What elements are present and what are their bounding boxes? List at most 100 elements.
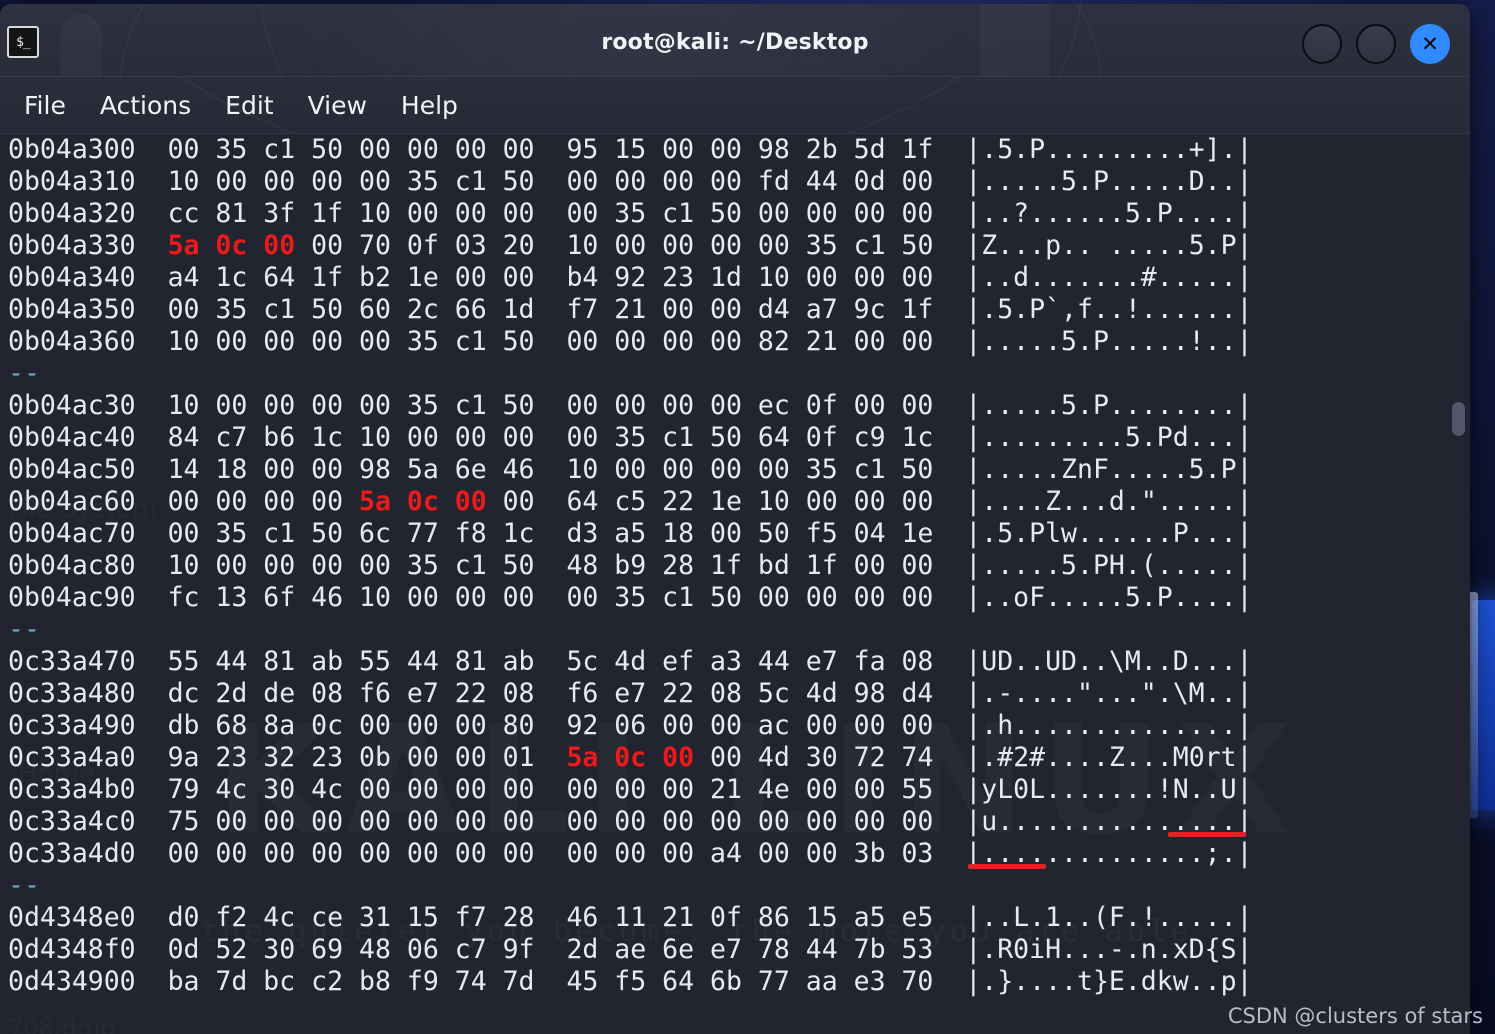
hexdump-address: 0b04a340: [8, 262, 136, 293]
hexdump-ascii: |....Z...d.".....|: [965, 486, 1253, 517]
menu-item-edit[interactable]: Edit: [211, 87, 287, 124]
terminal-icon-glyph: $_: [16, 34, 31, 50]
hex-bytes: dc 2d de 08 f6 e7 22 08: [167, 678, 535, 709]
hexdump-row: 0b04a330 5a 0c 00 00 70 0f 03 20 10 00 0…: [8, 230, 1470, 262]
minimize-button[interactable]: [1302, 24, 1342, 64]
menu-bar: File Actions Edit View Help: [0, 77, 1470, 134]
hexdump-address: 0c33a490: [8, 710, 136, 741]
hexdump-address: 0b04a310: [8, 166, 136, 197]
hexdump-ascii: |..L.1..(F.!.....|: [965, 902, 1253, 933]
window-controls: ✕: [1302, 24, 1450, 64]
hexdump-row: 0b04ac70 00 35 c1 50 6c 77 f8 1c d3 a5 1…: [8, 518, 1470, 550]
hexdump-ascii: |.R0iH...-.n.xD{S|: [965, 934, 1253, 965]
hexdump-ascii: |.....5.P.....D..|: [965, 166, 1253, 197]
hexdump-address: 0b04ac50: [8, 454, 136, 485]
hexdump-row: 0b04ac40 84 c7 b6 1c 10 00 00 00 00 35 c…: [8, 422, 1470, 454]
hexdump-ascii: |u...............|: [965, 806, 1253, 837]
hexdump-output: 0b04a300 00 35 c1 50 00 00 00 00 95 15 0…: [0, 134, 1470, 998]
hexdump-ascii: |.....5.P.....!..|: [965, 326, 1253, 357]
hex-bytes: 00 4d 30 72 74: [694, 742, 934, 773]
hexdump-row: 0b04ac50 14 18 00 00 98 5a 6e 46 10 00 0…: [8, 454, 1470, 486]
hexdump-address: 0b04ac60: [8, 486, 136, 517]
hexdump-address: 0c33a470: [8, 646, 136, 677]
menu-item-actions[interactable]: Actions: [86, 87, 205, 124]
hex-bytes: 64 c5 22 1e 10 00 00 00: [566, 486, 934, 517]
hexdump-address: 0d434900: [8, 966, 136, 997]
hex-bytes: 00 70 0f 03 20: [295, 230, 535, 261]
hex-bytes: 5c 4d ef a3 44 e7 fa 08: [566, 646, 934, 677]
hexdump-address: 0c33a4d0: [8, 838, 136, 869]
hex-bytes: 00 00 00 00 00 00 00 00: [167, 838, 535, 869]
hex-bytes: 00 00 00 00 fd 44 0d 00: [566, 166, 934, 197]
menu-item-help[interactable]: Help: [387, 87, 472, 124]
hexdump-row: 0b04ac30 10 00 00 00 00 35 c1 50 00 00 0…: [8, 390, 1470, 422]
hex-bytes: 46 11 21 0f 86 15 a5 e5: [566, 902, 934, 933]
hex-bytes: 00 00 00 00: [167, 486, 360, 517]
hex-bytes: 00 35 c1 50 00 00 00 00: [566, 582, 934, 613]
hex-bytes: ba 7d bc c2 b8 f9 74 7d: [167, 966, 535, 997]
hex-bytes: a4 1c 64 1f b2 1e 00 00: [167, 262, 535, 293]
hexdump-address: 0b04a360: [8, 326, 136, 357]
hexdump-ascii: |.-...."...".\M..|: [965, 678, 1253, 709]
hexdump-row: 0d4348f0 0d 52 30 69 48 06 c7 9f 2d ae 6…: [8, 934, 1470, 966]
hexdump-address: 0d4348f0: [8, 934, 136, 965]
hexdump-ascii: |.5.Plw......P...|: [965, 518, 1253, 549]
hexdump-row: 0b04a300 00 35 c1 50 00 00 00 00 95 15 0…: [8, 134, 1470, 166]
hex-bytes: 00 00 00 a4 00 00 3b 03: [566, 838, 934, 869]
hex-bytes: 00 00 00 00 ec 0f 00 00: [566, 390, 934, 421]
hex-bytes: 95 15 00 00 98 2b 5d 1f: [566, 134, 934, 165]
hexdump-address: 0b04a350: [8, 294, 136, 325]
window-title: root@kali: ~/Desktop: [601, 30, 869, 55]
hexdump-ascii: |UD..UD..\M..D...|: [965, 646, 1253, 677]
hex-bytes: 00: [486, 486, 535, 517]
hex-bytes: 10 00 00 00 00 35 c1 50: [167, 550, 535, 581]
hexdump-row: 0c33a490 db 68 8a 0c 00 00 00 80 92 06 0…: [8, 710, 1470, 742]
terminal-body[interactable]: KALI LINUX the quieter you become, the m…: [0, 134, 1470, 1034]
hexdump-ascii: |.5.P`,f..!......|: [965, 294, 1253, 325]
hex-bytes: 00 00 00 21 4e 00 00 55: [566, 774, 934, 805]
hexdump-ascii: |.#2#....Z...M0rt|: [965, 742, 1253, 773]
hex-bytes: 00 35 c1 50 60 2c 66 1d: [167, 294, 535, 325]
hex-bytes: 55 44 81 ab 55 44 81 ab: [167, 646, 535, 677]
hexdump-ascii: |..............;.|: [965, 838, 1253, 869]
menu-item-view[interactable]: View: [294, 87, 381, 124]
hex-bytes: f6 e7 22 08 5c 4d 98 d4: [566, 678, 934, 709]
hex-bytes: 92 06 00 00 ac 00 00 00: [566, 710, 934, 741]
hex-bytes: f7 21 00 00 d4 a7 9c 1f: [566, 294, 934, 325]
hexdump-ascii: |..d.......#.....|: [965, 262, 1253, 293]
hex-bytes: cc 81 3f 1f 10 00 00 00: [167, 198, 535, 229]
hex-bytes: 00 35 c1 50 00 00 00 00: [566, 198, 934, 229]
hexdump-ascii: |.}....t}E.dkw..p|: [965, 966, 1253, 997]
hexdump-row: 0b04a360 10 00 00 00 00 35 c1 50 00 00 0…: [8, 326, 1470, 358]
hex-bytes: d0 f2 4c ce 31 15 f7 28: [167, 902, 535, 933]
hex-bytes: db 68 8a 0c 00 00 00 80: [167, 710, 535, 741]
hexdump-address: 0d4348e0: [8, 902, 136, 933]
csdn-watermark: CSDN @clusters of stars: [1227, 1004, 1483, 1028]
hexdump-address: 0b04ac70: [8, 518, 136, 549]
close-button[interactable]: ✕: [1410, 24, 1450, 64]
hexdump-row: 0d4348e0 d0 f2 4c ce 31 15 f7 28 46 11 2…: [8, 902, 1470, 934]
hex-bytes: 10 00 00 00 00 35 c1 50: [167, 166, 535, 197]
hexdump-row: 0c33a480 dc 2d de 08 f6 e7 22 08 f6 e7 2…: [8, 678, 1470, 710]
hexdump-row: 0c33a470 55 44 81 ab 55 44 81 ab 5c 4d e…: [8, 646, 1470, 678]
hexdump-row: 0b04ac90 fc 13 6f 46 10 00 00 00 00 35 c…: [8, 582, 1470, 614]
hex-bytes: 45 f5 64 6b 77 aa e3 70: [566, 966, 934, 997]
hex-bytes: 10 00 00 00 00 35 c1 50: [167, 326, 535, 357]
hexdump-address: 0c33a480: [8, 678, 136, 709]
hexdump-row: 0c33a4a0 9a 23 32 23 0b 00 00 01 5a 0c 0…: [8, 742, 1470, 774]
hex-bytes-highlighted: 5a 0c 00: [359, 486, 487, 517]
hex-bytes: 14 18 00 00 98 5a 6e 46: [167, 454, 535, 485]
hexdump-row: 0c33a4c0 75 00 00 00 00 00 00 00 00 00 0…: [8, 806, 1470, 838]
menu-item-file[interactable]: File: [10, 87, 80, 124]
hex-bytes: d3 a5 18 00 50 f5 04 1e: [566, 518, 934, 549]
hexdump-ascii: |.5.P.........+].|: [965, 134, 1253, 165]
hexdump-row: 0b04a350 00 35 c1 50 60 2c 66 1d f7 21 0…: [8, 294, 1470, 326]
window-titlebar[interactable]: $_ root@kali: ~/Desktop ✕: [0, 4, 1470, 346]
hexdump-address: 0c33a4b0: [8, 774, 136, 805]
hex-bytes: 84 c7 b6 1c 10 00 00 00: [167, 422, 535, 453]
hex-bytes: b4 92 23 1d 10 00 00 00: [566, 262, 934, 293]
terminal-icon: $_: [7, 26, 39, 58]
hex-bytes: 00 00 00 00 82 21 00 00: [566, 326, 934, 357]
maximize-button[interactable]: [1356, 24, 1396, 64]
hexdump-row: 0c33a4b0 79 4c 30 4c 00 00 00 00 00 00 0…: [8, 774, 1470, 806]
